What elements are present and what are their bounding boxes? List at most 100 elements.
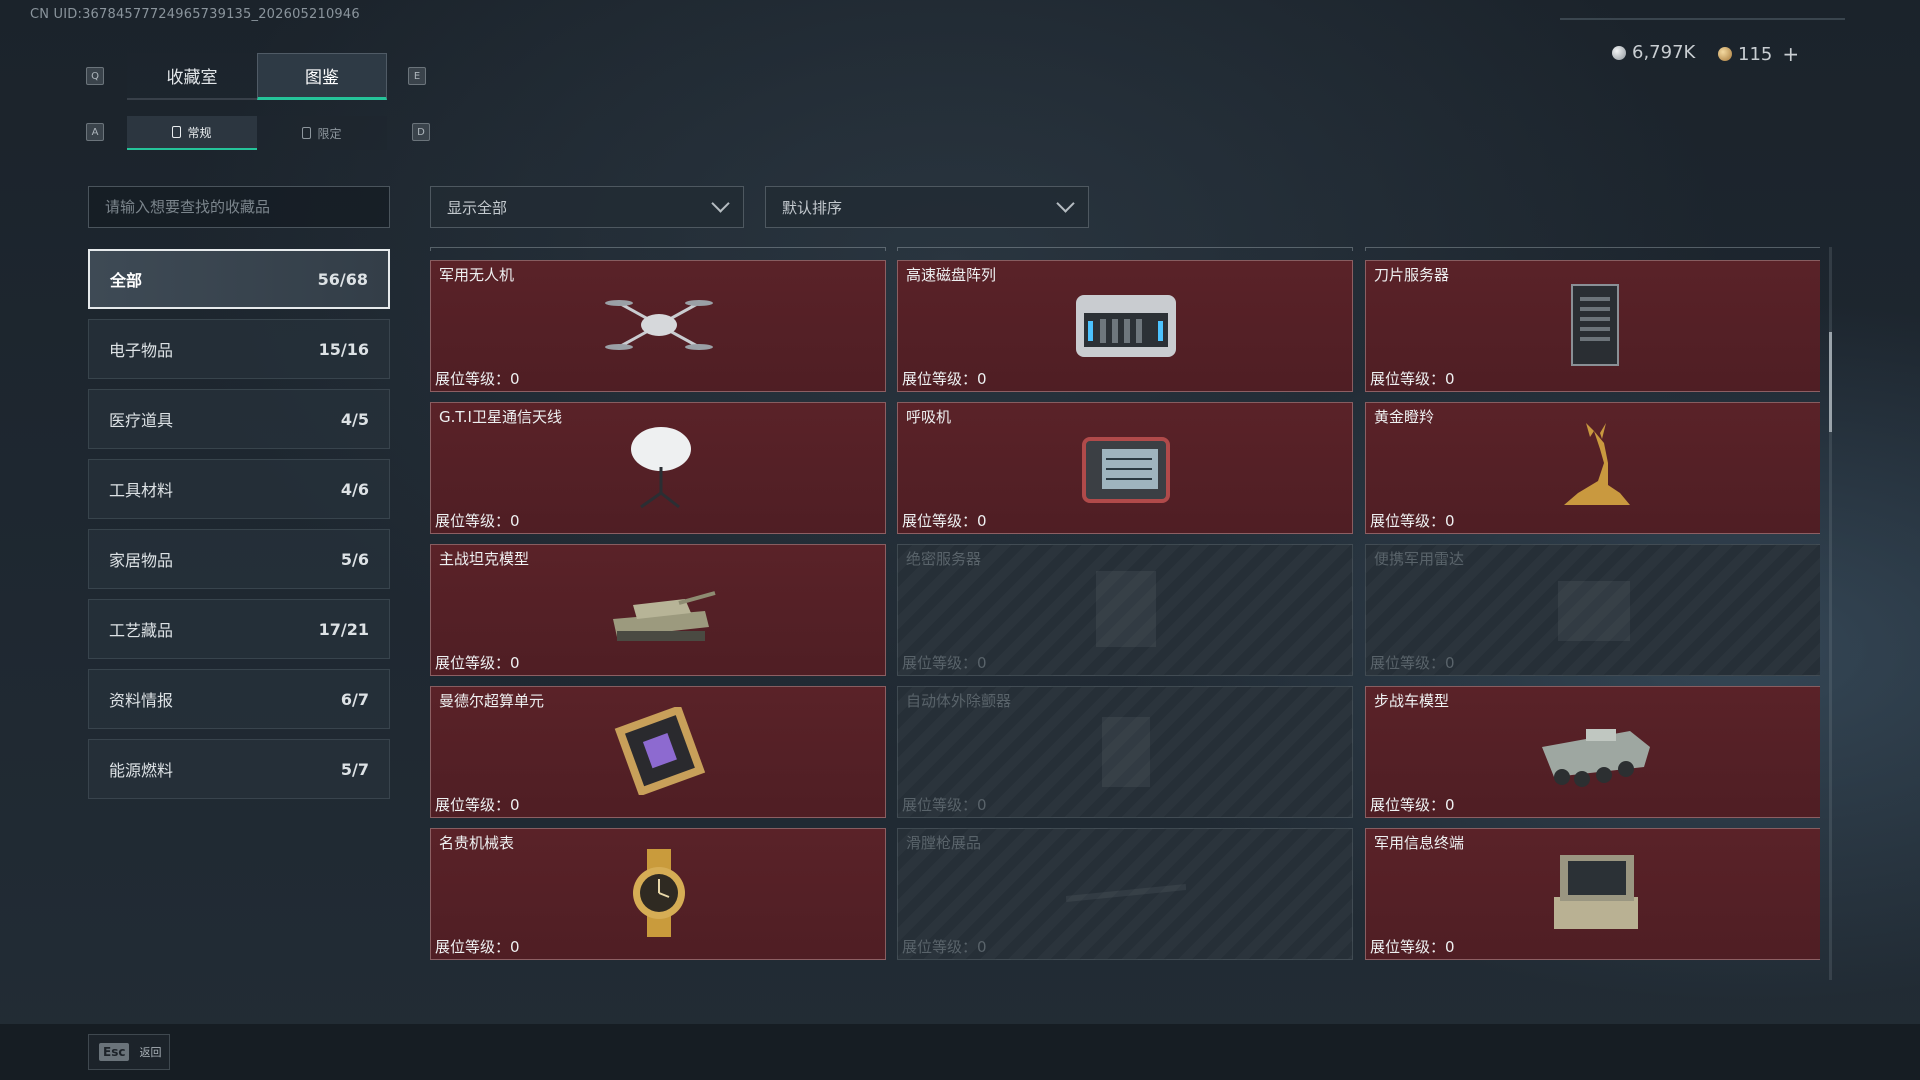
item-name: 曼德尔超算单元 [439,692,545,710]
sort-dropdown[interactable]: 默认排序 [765,186,1089,228]
level-label: 展位等级： [902,796,978,814]
category-item[interactable]: 全部 56/68 [88,249,390,309]
category-count: 17/21 [318,619,369,639]
musket-icon [1065,849,1187,937]
level-label: 展位等级： [435,370,511,388]
collection-card[interactable]: 曼德尔超算单元展位等级：0 [430,686,886,818]
item-level: 展位等级：0 [902,936,987,957]
search-input[interactable] [105,198,373,216]
item-name: 步战车模型 [1374,692,1450,710]
category-count: 15/16 [318,339,369,359]
item-name: 呼吸机 [906,408,952,426]
level-value: 0 [977,796,987,814]
esc-key-hint: Esc [99,1043,130,1061]
item-level: 展位等级：0 [435,510,520,531]
category-label: 电子物品 [109,341,174,360]
item-name: 便携军用雷达 [1374,550,1465,568]
scrollbar-thumb[interactable] [1829,332,1832,432]
terminal-icon [1534,849,1654,937]
key-hint-q: Q [86,67,104,85]
back-label: 返回 [139,1046,162,1059]
item-name: 名贵机械表 [439,834,515,852]
item-name: 高速磁盘阵列 [906,266,997,284]
collection-card[interactable]: 主战坦克模型 展位等级：0 [430,544,886,676]
level-value: 0 [977,370,987,388]
category-label: 工艺藏品 [109,621,174,640]
category-count: 5/6 [340,549,369,569]
item-level: 展位等级：0 [435,936,520,957]
level-value: 0 [510,796,520,814]
level-label: 展位等级： [902,512,978,530]
collection-card[interactable]: 军用信息终端 展位等级：0 [1365,828,1820,960]
category-item[interactable]: 家居物品 5/6 [88,529,390,589]
collection-card[interactable]: 便携军用雷达展位等级：0 [1365,544,1820,676]
category-label: 家居物品 [109,551,174,570]
level-value: 0 [510,370,520,388]
level-value: 0 [510,654,520,672]
disk-array-icon [1066,281,1186,369]
category-item[interactable]: 能源燃料 5/7 [88,739,390,799]
collection-card[interactable]: 自动体外除颤器 展位等级：0 [897,686,1353,818]
defibrillator-icon [1066,707,1186,795]
category-item[interactable]: 资料情报 6/7 [88,669,390,729]
category-label: 资料情报 [109,691,174,710]
level-label: 展位等级： [1370,796,1446,814]
category-count: 56/68 [317,269,368,289]
previous-row-edge [1365,247,1820,251]
add-currency-button[interactable]: + [1782,42,1799,66]
back-button[interactable]: Esc 返回 [88,1034,170,1070]
search-box [88,186,390,228]
subtab-limited[interactable]: 限定 [257,116,387,150]
regular-icon [172,126,182,138]
chevron-down-icon [1056,194,1075,213]
level-value: 0 [977,654,987,672]
collection-card[interactable]: 军用无人机 展位等级：0 [430,260,886,392]
category-item[interactable]: 工艺藏品 17/21 [88,599,390,659]
category-item[interactable]: 工具材料 4/6 [88,459,390,519]
collection-card[interactable]: 高速磁盘阵列展位等级：0 [897,260,1353,392]
item-level: 展位等级：0 [1370,368,1455,389]
item-name: 主战坦克模型 [439,550,530,568]
category-item[interactable]: 医疗道具 4/5 [88,389,390,449]
tab-codex[interactable]: 图鉴 [257,53,387,100]
collection-card[interactable]: 步战车模型展位等级：0 [1365,686,1820,818]
item-level: 展位等级：0 [435,368,520,389]
main-tabs: 收藏室 图鉴 [127,53,387,100]
collection-card[interactable]: 呼吸机展位等级：0 [897,402,1353,534]
top-divider [1560,18,1845,20]
level-value: 0 [1445,512,1455,530]
level-value: 0 [1445,796,1455,814]
collection-card[interactable]: 黄金瞪羚 展位等级：0 [1365,402,1820,534]
level-label: 展位等级： [1370,512,1446,530]
category-label: 全部 [110,271,143,290]
collection-card[interactable]: 绝密服务器 展位等级：0 [897,544,1353,676]
item-level: 展位等级：0 [1370,652,1455,673]
collection-card[interactable]: 刀片服务器展位等级：0 [1365,260,1820,392]
tank-model-icon [599,565,719,653]
level-label: 展位等级： [1370,654,1446,672]
item-name: 滑膛枪展品 [906,834,982,852]
level-label: 展位等级： [435,796,511,814]
item-name: 刀片服务器 [1374,266,1450,284]
collection-card[interactable]: 滑膛枪展品展位等级：0 [897,828,1353,960]
silver-coin-icon [1612,45,1626,60]
item-level: 展位等级：0 [902,652,987,673]
level-label: 展位等级： [435,512,511,530]
item-name: G.T.I卫星通信天线 [439,408,562,426]
show-filter-dropdown[interactable]: 显示全部 [430,186,744,228]
radar-icon [1534,565,1654,653]
tab-collection-room[interactable]: 收藏室 [127,53,257,100]
level-label: 展位等级： [902,370,978,388]
category-item[interactable]: 电子物品 15/16 [88,319,390,379]
subtab-regular[interactable]: 常规 [127,116,257,150]
level-value: 0 [977,512,987,530]
key-hint-a: A [86,123,104,141]
key-hint-e: E [408,67,426,85]
category-label: 医疗道具 [109,411,174,430]
collection-card[interactable]: G.T.I卫星通信天线展位等级：0 [430,402,886,534]
collection-card[interactable]: 名贵机械表展位等级：0 [430,828,886,960]
grid-scrollbar[interactable] [1829,247,1832,980]
blade-server-icon [1534,281,1654,369]
drone-icon [599,281,719,369]
category-label: 能源燃料 [109,761,174,780]
